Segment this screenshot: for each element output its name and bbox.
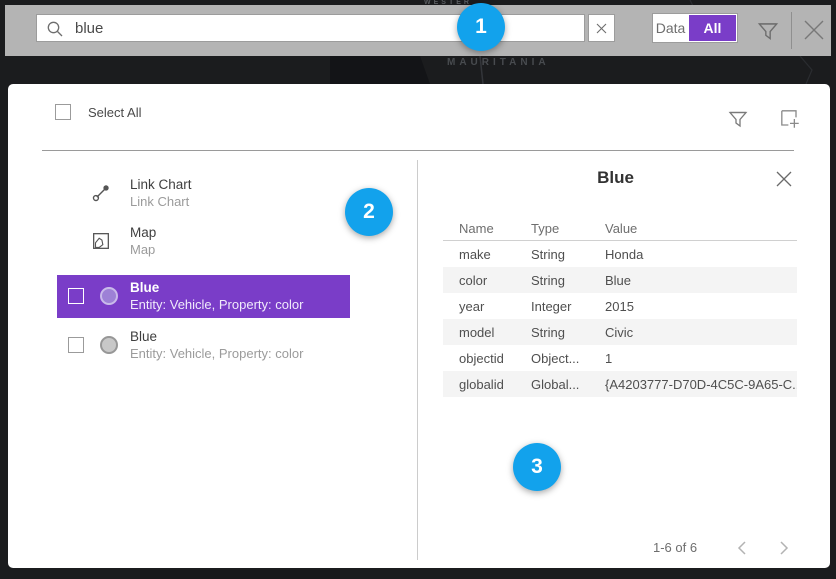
list-item-blue-selected[interactable]: Blue Entity: Vehicle, Property: color xyxy=(57,275,350,318)
search-toolbar: Data All xyxy=(5,5,831,56)
column-header-value: Value xyxy=(605,221,797,236)
cell-value: 2015 xyxy=(605,299,797,314)
callout-2-badge: 2 xyxy=(345,188,393,236)
cell-type: String xyxy=(531,325,605,340)
detail-close-icon[interactable] xyxy=(773,168,795,190)
item-title: Blue xyxy=(130,279,303,296)
table-row[interactable]: objectid Object... 1 xyxy=(443,345,797,371)
callout-1-badge: 1 xyxy=(457,3,505,51)
cell-type: Integer xyxy=(531,299,605,314)
item-subtitle: Map xyxy=(130,241,156,258)
cell-value: Blue xyxy=(605,273,797,288)
column-header-type: Type xyxy=(531,221,605,236)
cell-name: year xyxy=(459,299,531,314)
list-item-blue[interactable]: Blue Entity: Vehicle, Property: color xyxy=(57,324,350,367)
item-subtitle: Link Chart xyxy=(130,193,192,210)
table-row[interactable]: model String Civic xyxy=(443,319,797,345)
close-icon[interactable] xyxy=(800,16,828,44)
cell-value: {A4203777-D70D-4C5C-9A65-C... xyxy=(605,377,797,392)
cell-type: Object... xyxy=(531,351,605,366)
link-chart-icon xyxy=(90,182,112,204)
segment-data[interactable]: Data xyxy=(653,14,688,42)
cell-value: 1 xyxy=(605,351,797,366)
cell-name: make xyxy=(459,247,531,262)
cell-type: Global... xyxy=(531,377,605,392)
table-row[interactable]: make String Honda xyxy=(443,241,797,267)
select-all-row: Select All xyxy=(55,104,141,120)
list-detail-divider xyxy=(417,160,418,560)
select-all-checkbox[interactable] xyxy=(55,104,71,120)
entity-circle-icon xyxy=(100,287,118,305)
cell-name: color xyxy=(459,273,531,288)
item-checkbox[interactable] xyxy=(68,337,84,353)
table-row[interactable]: globalid Global... {A4203777-D70D-4C5C-9… xyxy=(443,371,797,397)
chevron-right-icon[interactable] xyxy=(773,538,793,558)
map-label-mauritania: MAURITANIA xyxy=(447,57,550,68)
item-checkbox[interactable] xyxy=(68,288,84,304)
cell-type: String xyxy=(531,273,605,288)
cell-name: globalid xyxy=(459,377,531,392)
results-panel: Select All Link Chart Link Chart Map Map xyxy=(8,84,830,568)
callout-3-badge: 3 xyxy=(513,443,561,491)
attribute-table: make String Honda color String Blue year… xyxy=(443,241,797,397)
chevron-left-icon[interactable] xyxy=(733,538,753,558)
segment-all[interactable]: All xyxy=(689,15,736,41)
panel-header-divider xyxy=(42,150,794,151)
cell-type: String xyxy=(531,247,605,262)
attribute-table-header: Name Type Value xyxy=(443,221,797,236)
detail-title: Blue xyxy=(433,168,798,188)
cell-value: Civic xyxy=(605,325,797,340)
item-subtitle: Entity: Vehicle, Property: color xyxy=(130,345,303,362)
pagination-label: 1-6 of 6 xyxy=(653,540,697,555)
add-selection-icon[interactable] xyxy=(778,107,802,131)
panel-filter-icon[interactable] xyxy=(726,107,750,131)
entity-circle-icon xyxy=(100,336,118,354)
item-title: Blue xyxy=(130,328,303,345)
toolbar-divider xyxy=(791,12,792,49)
clear-icon xyxy=(596,23,607,34)
item-subtitle: Entity: Vehicle, Property: color xyxy=(130,296,303,313)
map-icon xyxy=(90,230,112,252)
cell-name: objectid xyxy=(459,351,531,366)
select-all-label: Select All xyxy=(88,105,141,120)
cell-name: model xyxy=(459,325,531,340)
item-title: Map xyxy=(130,224,156,241)
data-all-toggle: Data All xyxy=(652,13,738,43)
item-title: Link Chart xyxy=(130,176,192,193)
cell-value: Honda xyxy=(605,247,797,262)
clear-search-button[interactable] xyxy=(588,14,615,42)
column-header-name: Name xyxy=(459,221,531,236)
filter-icon[interactable] xyxy=(755,18,781,44)
table-row[interactable]: color String Blue xyxy=(443,267,797,293)
table-row[interactable]: year Integer 2015 xyxy=(443,293,797,319)
